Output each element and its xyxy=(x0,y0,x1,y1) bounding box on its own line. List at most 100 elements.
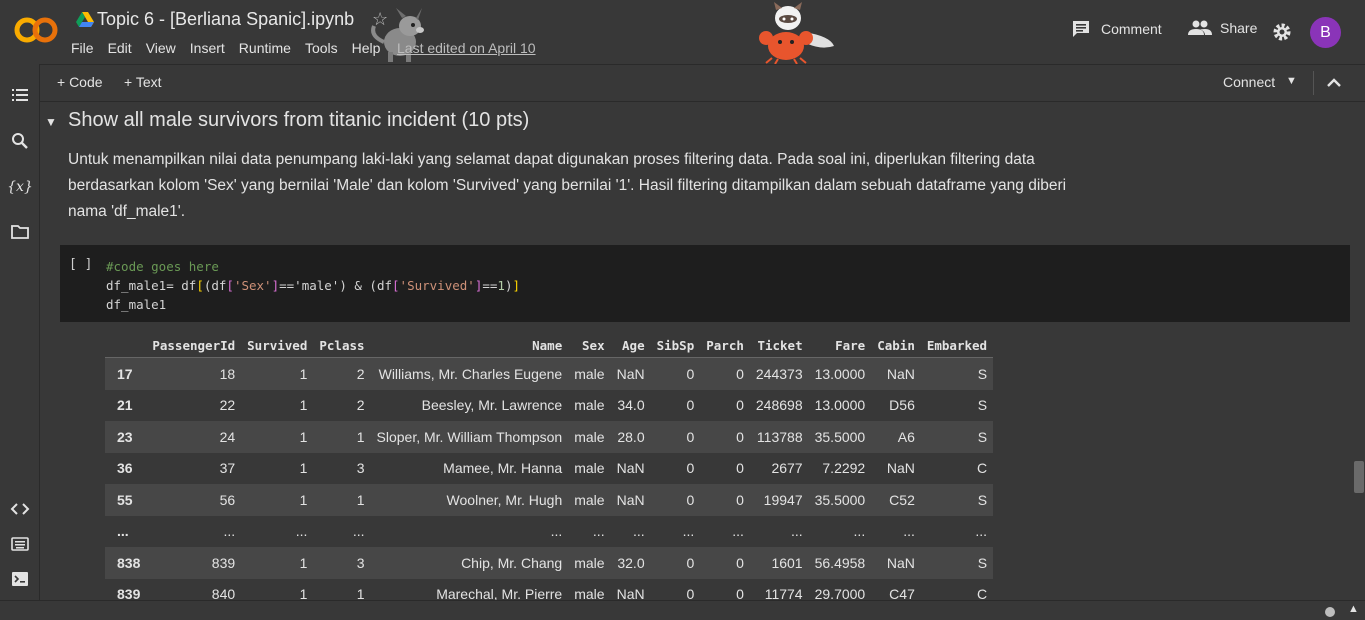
table-cell: 2 xyxy=(313,357,371,390)
terminal-icon[interactable] xyxy=(10,569,30,589)
table-cell: ... xyxy=(749,515,809,547)
column-header: Pclass xyxy=(313,333,371,358)
comment-label: Comment xyxy=(1101,21,1162,37)
code-text: df_male1 xyxy=(106,297,167,312)
table-cell: NaN xyxy=(610,578,651,600)
table-of-contents-icon[interactable] xyxy=(10,85,30,105)
table-header-row: PassengerId Survived Pclass Name Sex Age… xyxy=(105,333,994,358)
table-cell: 19947 xyxy=(749,484,809,516)
table-cell: C xyxy=(920,452,994,484)
table-row: 839 840 1 1 Marechal, Mr. Pierre male NaN 0 0 117… xyxy=(105,578,994,600)
run-cell-button[interactable]: [ ] xyxy=(69,257,92,272)
table-cell: Sloper, Mr. William Thompson xyxy=(370,421,569,453)
last-edited-link[interactable]: Last edited on April 10 xyxy=(397,40,536,56)
code-text: =='male') & (df xyxy=(279,278,393,293)
share-button[interactable]: Share xyxy=(1188,20,1257,36)
variables-icon[interactable]: {x} xyxy=(7,177,33,197)
table-cell: C47 xyxy=(871,578,921,600)
table-cell: D56 xyxy=(871,389,921,421)
table-cell: 56.4958 xyxy=(808,547,872,579)
code-cell[interactable]: [ ] #code goes here df_male1= df[(df['Se… xyxy=(60,245,1350,322)
table-cell: 0 xyxy=(650,547,701,579)
table-cell: 0 xyxy=(700,452,750,484)
table-cell: 3 xyxy=(313,452,371,484)
row-index: 55 xyxy=(105,484,147,516)
menu-bar: File Edit View Insert Runtime Tools Help xyxy=(71,40,394,56)
menu-tools[interactable]: Tools xyxy=(305,40,338,56)
code-editor[interactable]: #code goes here df_male1= df[(df['Sex']=… xyxy=(106,257,520,314)
section-collapse-icon[interactable]: ▼ xyxy=(45,115,57,129)
table-cell: 1 xyxy=(241,421,314,453)
menu-insert[interactable]: Insert xyxy=(190,40,225,56)
menu-runtime[interactable]: Runtime xyxy=(239,40,291,56)
notebook-title[interactable]: Topic 6 - [Berliana Spanic].ipynb xyxy=(97,9,354,30)
vertical-scrollbar[interactable] xyxy=(1354,461,1364,493)
gear-icon[interactable] xyxy=(1272,22,1292,42)
left-sidebar: {x} xyxy=(0,64,40,600)
table-cell: 35.5000 xyxy=(808,421,872,453)
menu-edit[interactable]: Edit xyxy=(108,40,132,56)
table-cell: 56 xyxy=(146,484,242,516)
table-cell: C xyxy=(920,578,994,600)
table-cell: ... xyxy=(313,515,371,547)
code-string: 'Sex' xyxy=(233,278,272,293)
search-icon[interactable] xyxy=(10,131,30,151)
table-cell: NaN xyxy=(610,484,651,516)
comment-icon xyxy=(1073,21,1089,37)
menu-help[interactable]: Help xyxy=(352,40,381,56)
chevron-up-icon[interactable] xyxy=(1324,73,1344,93)
chevron-down-icon[interactable]: ▼ xyxy=(1286,75,1297,87)
toolbar-divider xyxy=(1313,71,1314,95)
table-cell: 13.0000 xyxy=(808,357,872,390)
code-number: 1 xyxy=(497,278,505,293)
table-cell: 1 xyxy=(241,357,314,390)
command-palette-icon[interactable] xyxy=(10,534,30,554)
column-header: Sex xyxy=(568,333,611,358)
connect-button[interactable]: Connect xyxy=(1223,74,1275,90)
code-text: df_male1= df xyxy=(106,278,197,293)
table-cell: ... xyxy=(370,515,569,547)
add-code-button[interactable]: + Code xyxy=(57,74,103,90)
runtime-status-icon[interactable] xyxy=(1325,607,1335,617)
text-cell-description: Untuk menampilkan nilai data penumpang l… xyxy=(68,151,1067,220)
add-text-button[interactable]: + Text xyxy=(124,74,162,90)
table-row: ....................................... xyxy=(105,515,994,547)
column-header: PassengerId xyxy=(146,333,242,358)
table-cell: male xyxy=(568,578,611,600)
table-cell: 28.0 xyxy=(610,421,651,453)
table-cell: A6 xyxy=(871,421,921,453)
table-cell: 0 xyxy=(650,421,701,453)
row-index: 17 xyxy=(105,357,147,390)
table-row: 21 22 1 2 Beesley, Mr. Lawrence male 34.0 0 0 248… xyxy=(105,389,994,421)
menu-file[interactable]: File xyxy=(71,40,94,56)
table-cell: 1 xyxy=(241,389,314,421)
section-heading: Show all male survivors from titanic inc… xyxy=(68,109,530,131)
colab-logo[interactable] xyxy=(14,15,58,45)
row-index: 23 xyxy=(105,421,147,453)
table-cell: NaN xyxy=(871,357,921,390)
table-row: 17 18 1 2 Williams, Mr. Charles Eugene male Na… xyxy=(105,357,994,390)
table-cell: 113788 xyxy=(749,421,809,453)
table-cell: ... xyxy=(610,515,651,547)
avatar[interactable]: B xyxy=(1310,17,1341,48)
chevron-up-icon[interactable]: ▲ xyxy=(1348,603,1359,615)
table-cell: ... xyxy=(568,515,611,547)
code-snippets-icon[interactable] xyxy=(10,499,30,519)
table-cell: C52 xyxy=(871,484,921,516)
table-cell: 0 xyxy=(700,421,750,453)
table-cell: male xyxy=(568,484,611,516)
table-cell: 13.0000 xyxy=(808,389,872,421)
drive-icon[interactable] xyxy=(76,12,94,28)
table-cell: ... xyxy=(808,515,872,547)
menu-view[interactable]: View xyxy=(146,40,176,56)
table-cell: 18 xyxy=(146,357,242,390)
folder-icon[interactable] xyxy=(10,222,30,242)
comment-button[interactable]: Comment xyxy=(1072,20,1162,38)
code-bracket: [ xyxy=(196,278,204,293)
table-cell: 1 xyxy=(241,452,314,484)
table-cell: 3 xyxy=(313,547,371,579)
table-cell: ... xyxy=(871,515,921,547)
table-cell: 244373 xyxy=(749,357,809,390)
table-cell: 0 xyxy=(650,452,701,484)
table-cell: 2677 xyxy=(749,452,809,484)
